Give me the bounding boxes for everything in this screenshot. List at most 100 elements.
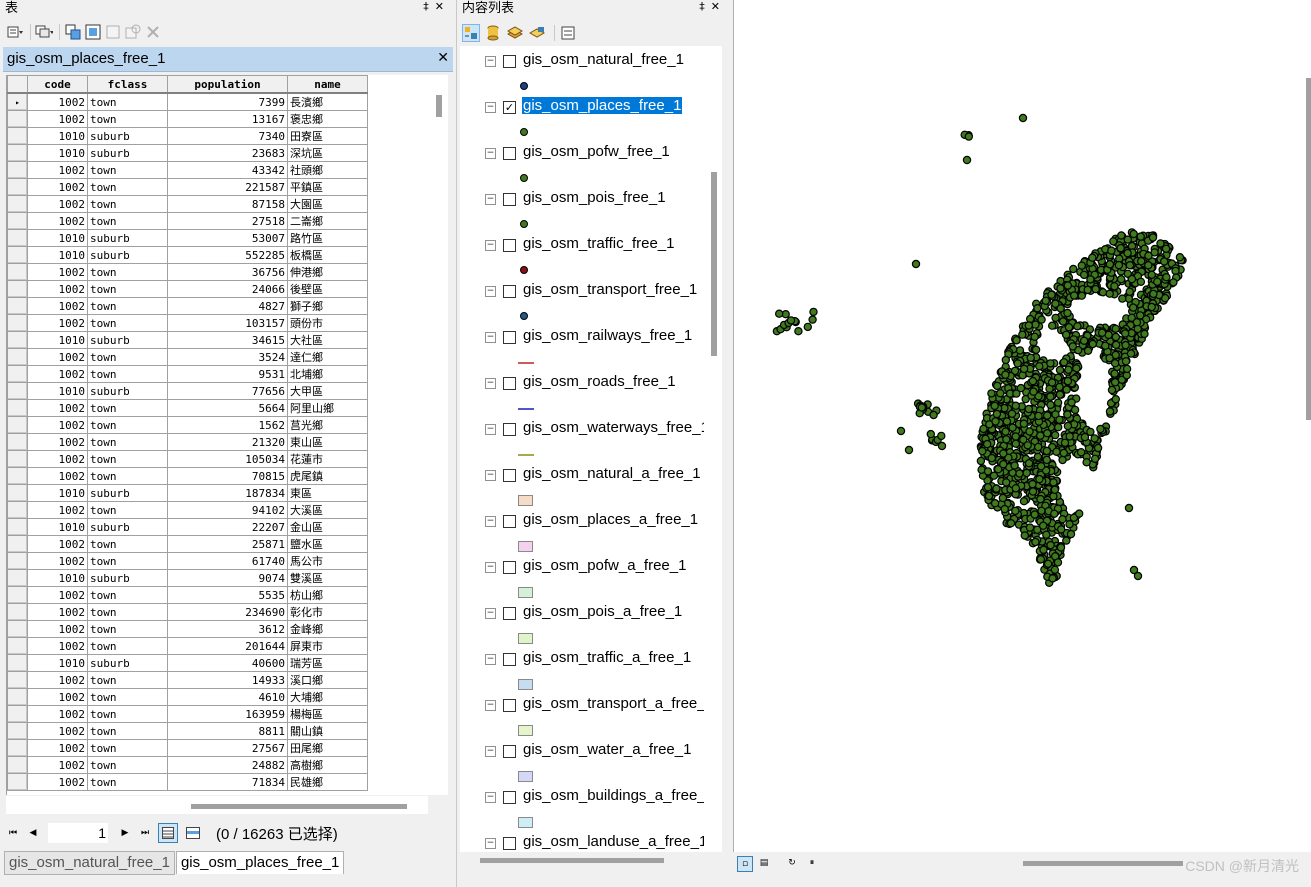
row-selector[interactable] bbox=[7, 178, 28, 196]
layer-visibility-checkbox[interactable] bbox=[503, 745, 516, 758]
related-tables-button[interactable] bbox=[35, 23, 53, 41]
layer-visibility-checkbox[interactable]: ✓ bbox=[503, 101, 516, 114]
cell-population[interactable]: 71834 bbox=[167, 773, 288, 791]
data-view-icon[interactable]: ▫ bbox=[737, 856, 753, 872]
cell-population[interactable]: 5664 bbox=[167, 399, 288, 417]
layer-symbol-polygon[interactable] bbox=[518, 770, 536, 782]
cell-code[interactable]: 1010 bbox=[27, 518, 88, 536]
table-row[interactable]: 1002 town 4610 大埔鄉 bbox=[7, 688, 368, 706]
pause-drawing-icon[interactable]: ⏸ bbox=[805, 856, 819, 870]
previous-record-button[interactable]: ◀ bbox=[26, 826, 40, 840]
current-record-input[interactable] bbox=[48, 823, 108, 843]
table-row[interactable]: 1002 town 70815 虎尾鎮 bbox=[7, 467, 368, 485]
cell-fclass[interactable]: town bbox=[87, 467, 168, 485]
row-selector[interactable] bbox=[7, 671, 28, 689]
layer-name[interactable]: gis_osm_water_a_free_1 bbox=[522, 741, 692, 758]
table-row[interactable]: 1010 suburb 7340 田寮區 bbox=[7, 127, 368, 145]
cell-code[interactable]: 1002 bbox=[27, 450, 88, 468]
column-header-code[interactable]: code bbox=[27, 75, 88, 94]
layer-symbol-polygon[interactable] bbox=[518, 494, 536, 506]
cell-name[interactable]: 大溪區 bbox=[287, 501, 368, 519]
cell-fclass[interactable]: town bbox=[87, 195, 168, 213]
collapse-icon[interactable]: − bbox=[485, 470, 496, 481]
row-selector[interactable] bbox=[7, 280, 28, 298]
cell-population[interactable]: 27567 bbox=[167, 739, 288, 757]
tab-gis-osm-natural-free-1[interactable]: gis_osm_natural_free_1 bbox=[4, 851, 175, 875]
cell-name[interactable]: 馬公市 bbox=[287, 552, 368, 570]
table-row[interactable]: 1002 town 94102 大溪區 bbox=[7, 501, 368, 519]
cell-population[interactable]: 61740 bbox=[167, 552, 288, 570]
table-row[interactable]: 1002 town 221587 平鎮區 bbox=[7, 178, 368, 196]
layer-entry[interactable]: − ✓ gis_osm_places_free_1 bbox=[460, 94, 704, 140]
first-record-button[interactable]: ⏮ bbox=[6, 826, 20, 840]
list-by-drawing-order-button[interactable] bbox=[462, 24, 480, 42]
cell-population[interactable]: 77656 bbox=[167, 382, 288, 400]
table-row[interactable]: 1002 town 105034 花蓮市 bbox=[7, 450, 368, 468]
layer-name[interactable]: gis_osm_buildings_a_free_1 bbox=[522, 787, 704, 804]
row-selector[interactable] bbox=[7, 501, 28, 519]
cell-population[interactable]: 187834 bbox=[167, 484, 288, 502]
layer-symbol-point[interactable] bbox=[518, 126, 536, 138]
cell-population[interactable]: 94102 bbox=[167, 501, 288, 519]
cell-code[interactable]: 1010 bbox=[27, 654, 88, 672]
table-row[interactable]: 1002 town 163959 楊梅區 bbox=[7, 705, 368, 723]
row-selector-header[interactable] bbox=[7, 75, 28, 94]
collapse-icon[interactable]: − bbox=[485, 102, 496, 113]
row-selector[interactable] bbox=[7, 314, 28, 332]
row-selector[interactable] bbox=[7, 450, 28, 468]
cell-name[interactable]: 雙溪區 bbox=[287, 569, 368, 587]
cell-name[interactable]: 大園區 bbox=[287, 195, 368, 213]
collapse-icon[interactable]: − bbox=[485, 838, 496, 849]
row-selector[interactable] bbox=[7, 161, 28, 179]
cell-code[interactable]: 1002 bbox=[27, 756, 88, 774]
cell-code[interactable]: 1002 bbox=[27, 110, 88, 128]
cell-name[interactable]: 大甲區 bbox=[287, 382, 368, 400]
collapse-icon[interactable]: − bbox=[485, 746, 496, 757]
cell-name[interactable]: 田寮區 bbox=[287, 127, 368, 145]
cell-name[interactable]: 路竹區 bbox=[287, 229, 368, 247]
cell-name[interactable]: 莒光鄉 bbox=[287, 416, 368, 434]
table-row[interactable]: 1002 town 27518 二崙鄉 bbox=[7, 212, 368, 230]
table-row[interactable]: 1002 town 1562 莒光鄉 bbox=[7, 416, 368, 434]
layer-entry[interactable]: − gis_osm_traffic_a_free_1 bbox=[460, 646, 704, 692]
last-record-button[interactable]: ⏭ bbox=[138, 826, 152, 840]
cell-population[interactable]: 7340 bbox=[167, 127, 288, 145]
cell-code[interactable]: 1002 bbox=[27, 297, 88, 315]
layer-visibility-checkbox[interactable] bbox=[503, 331, 516, 344]
layer-entry[interactable]: − gis_osm_waterways_free_1 bbox=[460, 416, 704, 462]
row-selector[interactable] bbox=[7, 433, 28, 451]
layer-entry[interactable]: − gis_osm_traffic_free_1 bbox=[460, 232, 704, 278]
cell-fclass[interactable]: suburb bbox=[87, 246, 168, 264]
cell-code[interactable]: 1002 bbox=[27, 348, 88, 366]
layer-visibility-checkbox[interactable] bbox=[503, 147, 516, 160]
row-selector[interactable] bbox=[7, 722, 28, 740]
layer-entry[interactable]: − gis_osm_buildings_a_free_1 bbox=[460, 784, 704, 830]
cell-fclass[interactable]: town bbox=[87, 586, 168, 604]
cell-code[interactable]: 1002 bbox=[27, 773, 88, 791]
table-row[interactable]: 1002 town 27567 田尾鄉 bbox=[7, 739, 368, 757]
layer-symbol-line[interactable] bbox=[518, 356, 536, 368]
layer-entry[interactable]: − gis_osm_pofw_a_free_1 bbox=[460, 554, 704, 600]
cell-fclass[interactable]: suburb bbox=[87, 654, 168, 672]
zoom-to-selected-button[interactable] bbox=[124, 23, 142, 41]
table-row[interactable]: 1002 town 8811 關山鎮 bbox=[7, 722, 368, 740]
cell-population[interactable]: 3524 bbox=[167, 348, 288, 366]
scrollbar-thumb[interactable] bbox=[1306, 78, 1311, 420]
cell-code[interactable]: 1002 bbox=[27, 195, 88, 213]
cell-population[interactable]: 22207 bbox=[167, 518, 288, 536]
cell-name[interactable]: 溪口鄉 bbox=[287, 671, 368, 689]
column-header-name[interactable]: name bbox=[287, 75, 368, 94]
collapse-icon[interactable]: − bbox=[485, 148, 496, 159]
cell-fclass[interactable]: suburb bbox=[87, 127, 168, 145]
cell-name[interactable]: 社頭鄉 bbox=[287, 161, 368, 179]
cell-code[interactable]: 1002 bbox=[27, 722, 88, 740]
cell-code[interactable]: 1002 bbox=[27, 280, 88, 298]
cell-code[interactable]: 1010 bbox=[27, 246, 88, 264]
layer-name[interactable]: gis_osm_transport_a_free_1 bbox=[522, 695, 704, 712]
cell-fclass[interactable]: town bbox=[87, 348, 168, 366]
cell-fclass[interactable]: town bbox=[87, 620, 168, 638]
cell-population[interactable]: 201644 bbox=[167, 637, 288, 655]
cell-name[interactable]: 達仁鄉 bbox=[287, 348, 368, 366]
layer-visibility-checkbox[interactable] bbox=[503, 653, 516, 666]
refresh-icon[interactable]: ↻ bbox=[785, 856, 799, 870]
